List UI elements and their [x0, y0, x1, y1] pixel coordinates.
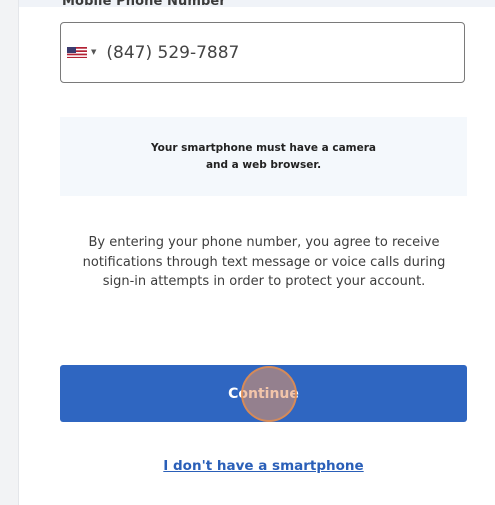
notice-text: Your smartphone must have a camera and a…	[151, 141, 376, 171]
phone-field[interactable]: ▼	[60, 22, 465, 83]
notice-box: Your smartphone must have a camera and a…	[60, 117, 467, 196]
left-rail	[0, 0, 19, 505]
no-smartphone-link[interactable]: I don't have a smartphone	[60, 458, 467, 474]
phone-number-input[interactable]	[106, 42, 407, 63]
chevron-down-icon: ▼	[91, 48, 97, 56]
us-flag-icon	[67, 47, 87, 58]
country-code-select[interactable]: ▼	[67, 39, 96, 67]
continue-button[interactable]: Continue	[60, 365, 467, 422]
consent-text: By entering your phone number, you agree…	[82, 235, 446, 289]
phone-field-label: Mobile Phone Number	[62, 0, 226, 9]
